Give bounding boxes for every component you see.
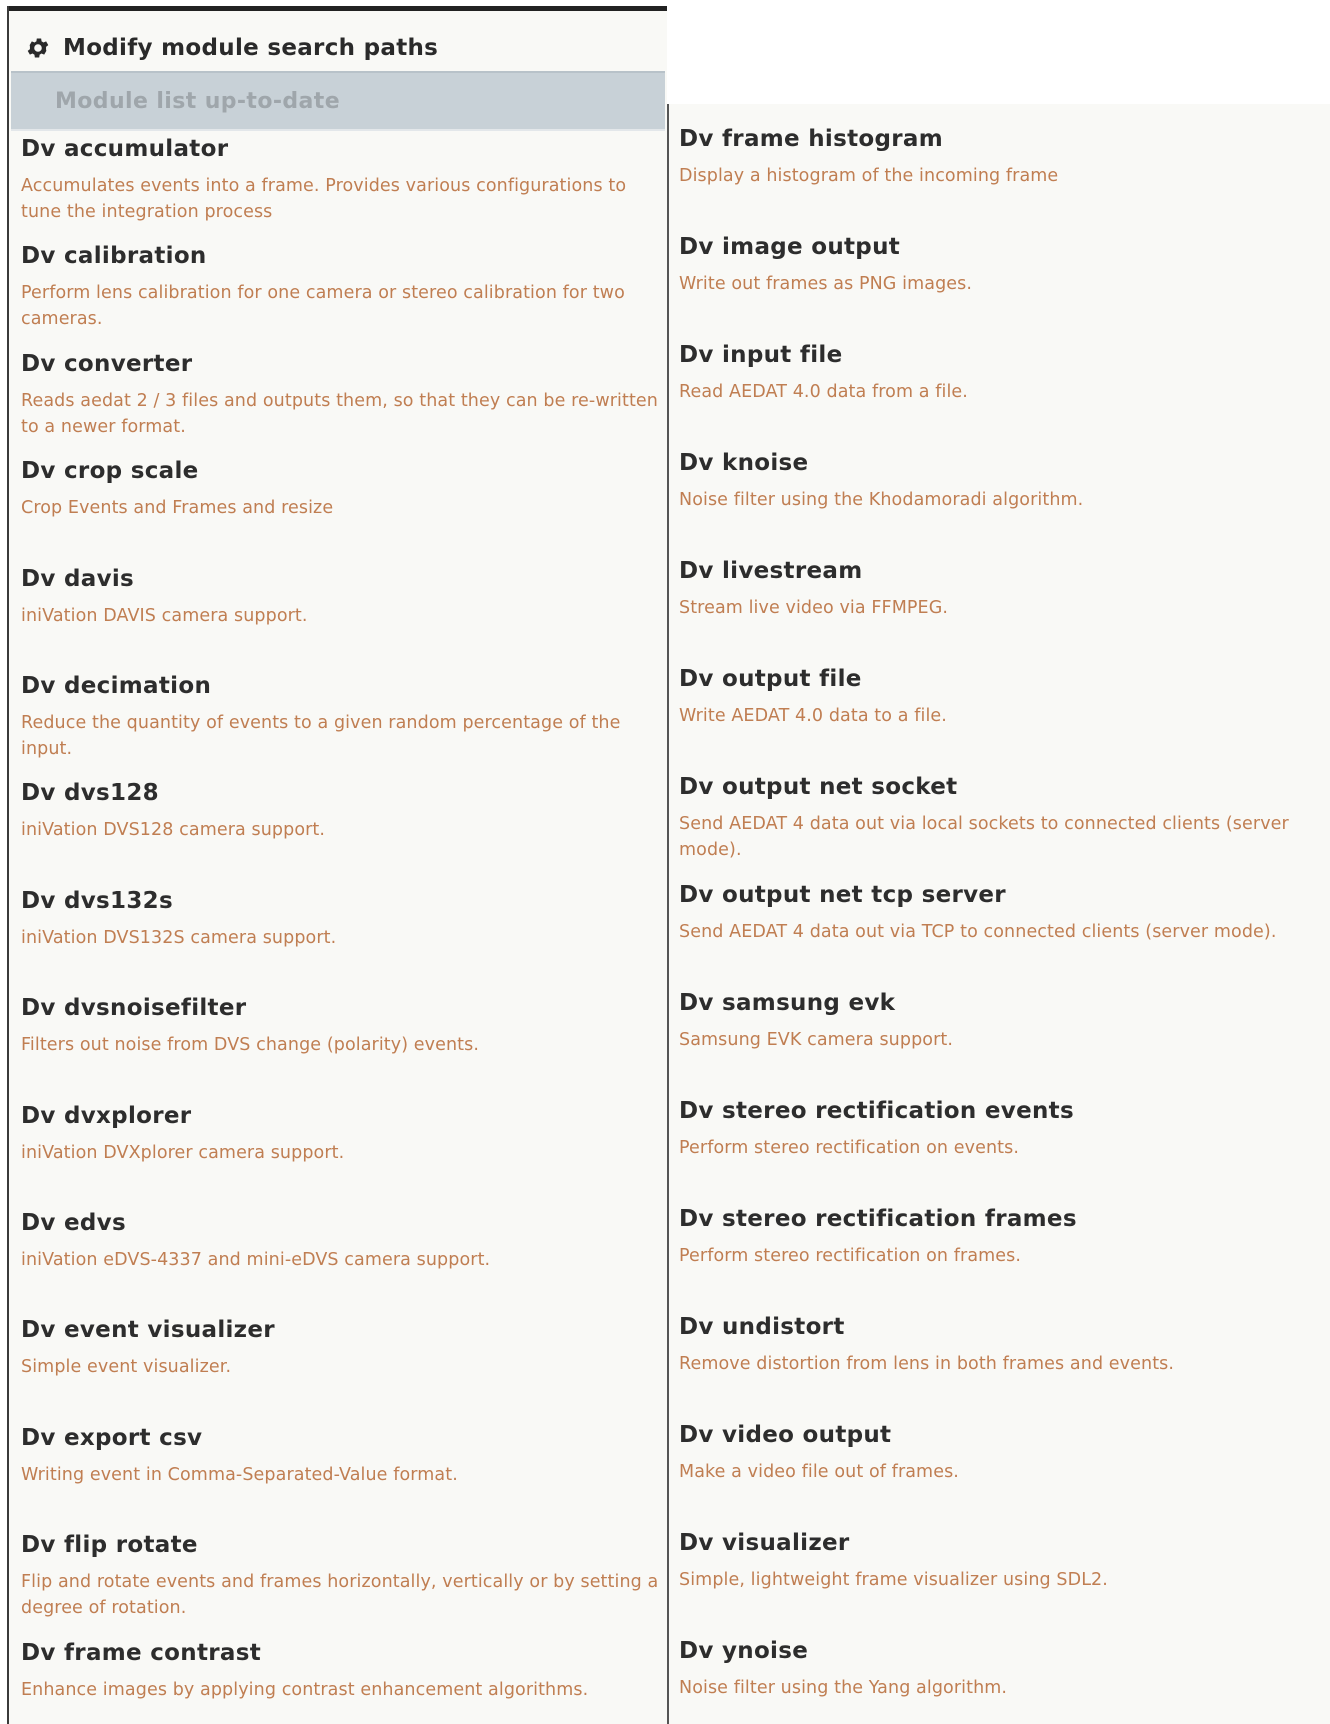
module-description: Remove distortion from lens in both fram… <box>679 1354 1175 1374</box>
module-item[interactable]: Dv dvs128 iniVation DVS128 camera support… <box>21 778 661 843</box>
module-description: Perform lens calibration for one camera … <box>21 283 625 330</box>
module-description: iniVation eDVS-4337 and mini-eDVS camera… <box>21 1250 491 1270</box>
module-name: Dv dvs132s <box>21 887 173 914</box>
module-name: Dv decimation <box>21 673 212 699</box>
module-item[interactable]: Dv knoise Noise filter using the Khodamor… <box>679 448 1327 513</box>
module-name: Dv livestream <box>679 558 863 584</box>
module-name: Dv output file <box>679 666 862 692</box>
module-item[interactable]: Dv frame contrast Enhance images by apply… <box>21 1638 661 1703</box>
module-name: Dv dvs128 <box>21 780 159 807</box>
module-item[interactable]: Dv calibration Perform lens calibration f… <box>21 241 661 332</box>
module-description: Read AEDAT 4.0 data from a file. <box>679 382 968 402</box>
module-item[interactable]: Dv davis iniVation DAVIS camera support. <box>21 564 661 629</box>
module-item[interactable]: Dv dvsnoisefilter Filters out noise from … <box>21 993 661 1058</box>
module-name: Dv calibration <box>21 243 207 270</box>
module-description: Stream live video via FFMPEG. <box>679 598 949 618</box>
module-name: Dv output net tcp server <box>679 882 1006 908</box>
modify-search-paths-label: Modify module search paths <box>63 35 439 61</box>
module-description: Filters out noise from DVS change (polar… <box>21 1035 480 1056</box>
module-item[interactable]: Dv accumulator Accumulates events into a … <box>21 134 661 225</box>
module-item[interactable]: Dv output net socket Send AEDAT 4 data ou… <box>679 772 1327 863</box>
module-status-text: Module list up-to-date <box>55 88 341 114</box>
module-item[interactable]: Dv crop scale Crop Events and Frames and … <box>21 456 661 521</box>
module-name: Dv frame contrast <box>21 1639 261 1666</box>
module-name: Dv export csv <box>21 1424 203 1451</box>
module-name: Dv event visualizer <box>21 1317 275 1344</box>
module-name: Dv davis <box>21 565 135 592</box>
module-description: Make a video file out of frames. <box>679 1462 959 1482</box>
gear-icon <box>27 38 49 58</box>
module-description: Reduce the quantity of events to a given… <box>21 713 621 759</box>
module-item[interactable]: Dv stereo rectification frames Perform st… <box>679 1204 1327 1269</box>
module-description: Flip and rotate events and frames horizo… <box>21 1572 659 1619</box>
module-item[interactable]: Dv dvs132s iniVation DVS132S camera suppo… <box>21 886 661 951</box>
module-name: Dv stereo rectification events <box>679 1098 1074 1124</box>
module-name: Dv image output <box>679 234 901 260</box>
module-status-bar: Module list up-to-date <box>11 71 665 131</box>
module-description: Display a histogram of the incoming fram… <box>679 166 1059 186</box>
module-name: Dv flip rotate <box>21 1532 198 1559</box>
module-description: iniVation DVS132S camera support. <box>21 927 337 948</box>
module-item[interactable]: Dv frame histogram Display a histogram of… <box>679 124 1327 189</box>
module-item[interactable]: Dv converter Reads aedat 2 / 3 files and … <box>21 349 661 440</box>
module-description: Write AEDAT 4.0 data to a file. <box>679 706 947 726</box>
module-description: Reads aedat 2 / 3 files and outputs them… <box>21 390 658 437</box>
module-item[interactable]: Dv undistort Remove distortion from lens … <box>679 1312 1327 1377</box>
module-item[interactable]: Dv output file Write AEDAT 4.0 data to a … <box>679 664 1327 729</box>
module-item[interactable]: Dv stereo rectification events Perform st… <box>679 1096 1327 1161</box>
module-item[interactable]: Dv input file Read AEDAT 4.0 data from a … <box>679 340 1327 405</box>
module-item[interactable]: Dv samsung evk Samsung EVK camera support… <box>679 988 1327 1053</box>
left-panel: Modify module search paths Module list u… <box>7 6 667 1724</box>
module-item[interactable]: Dv flip rotate Flip and rotate events and… <box>21 1530 661 1621</box>
module-item[interactable]: Dv visualizer Simple, lightweight frame v… <box>679 1528 1327 1593</box>
module-name: Dv converter <box>21 350 193 377</box>
module-name: Dv ynoise <box>679 1638 809 1664</box>
module-item[interactable]: Dv livestream Stream live video via FFMPE… <box>679 556 1327 621</box>
module-description: Perform stereo rectification on frames. <box>679 1246 1022 1266</box>
module-name: Dv dvxplorer <box>21 1102 192 1129</box>
module-item[interactable]: Dv dvxplorer iniVation DVXplorer camera s… <box>21 1101 661 1166</box>
module-name: Dv knoise <box>679 450 809 476</box>
right-panel: Dv frame histogram Display a histogram of… <box>667 104 1330 1724</box>
module-description: iniVation DVXplorer camera support. <box>21 1142 345 1163</box>
module-description: Noise filter using the Yang algorithm. <box>679 1678 1008 1698</box>
module-description: Simple event visualizer. <box>21 1357 232 1378</box>
module-description: Samsung EVK camera support. <box>679 1030 954 1050</box>
module-name: Dv frame histogram <box>679 126 943 152</box>
module-description: Simple, lightweight frame visualizer usi… <box>679 1570 1108 1590</box>
module-name: Dv accumulator <box>21 136 229 162</box>
module-name: Dv visualizer <box>679 1530 850 1556</box>
module-description: Perform stereo rectification on events. <box>679 1138 1020 1158</box>
module-description: Write out frames as PNG images. <box>679 274 973 294</box>
module-item[interactable]: Dv ynoise Noise filter using the Yang alg… <box>679 1636 1327 1701</box>
module-item[interactable]: Dv output net tcp server Send AEDAT 4 dat… <box>679 880 1327 945</box>
module-description: Enhance images by applying contrast enha… <box>21 1679 589 1700</box>
module-name: Dv video output <box>679 1422 892 1448</box>
module-description: iniVation DVS128 camera support. <box>21 820 326 841</box>
module-name: Dv crop scale <box>21 458 199 485</box>
module-description: Crop Events and Frames and resize <box>21 498 334 519</box>
module-description: Send AEDAT 4 data out via local sockets … <box>679 814 1289 860</box>
module-description: Writing event in Comma-Separated-Value f… <box>21 1464 458 1485</box>
module-item[interactable]: Dv edvs iniVation eDVS-4337 and mini-eDVS… <box>21 1208 661 1273</box>
module-name: Dv dvsnoisefilter <box>21 995 247 1022</box>
module-description: Accumulates events into a frame. Provide… <box>21 176 627 222</box>
module-name: Dv input file <box>679 342 843 368</box>
module-item[interactable]: Dv decimation Reduce the quantity of even… <box>21 671 661 762</box>
module-description: iniVation DAVIS camera support. <box>21 605 308 626</box>
module-name: Dv undistort <box>679 1314 845 1340</box>
module-item[interactable]: Dv export csv Writing event in Comma-Sepa… <box>21 1423 661 1488</box>
module-item[interactable]: Dv event visualizer Simple event visualiz… <box>21 1315 661 1380</box>
module-name: Dv output net socket <box>679 774 958 800</box>
module-name: Dv samsung evk <box>679 990 896 1016</box>
module-name: Dv edvs <box>21 1210 126 1236</box>
modify-search-paths-button[interactable]: Modify module search paths <box>15 24 655 72</box>
module-description: Send AEDAT 4 data out via TCP to connect… <box>679 922 1277 942</box>
module-item[interactable]: Dv video output Make a video file out of … <box>679 1420 1327 1485</box>
module-item[interactable]: Dv image output Write out frames as PNG i… <box>679 232 1327 297</box>
module-description: Noise filter using the Khodamoradi algor… <box>679 490 1084 510</box>
module-name: Dv stereo rectification frames <box>679 1206 1077 1232</box>
